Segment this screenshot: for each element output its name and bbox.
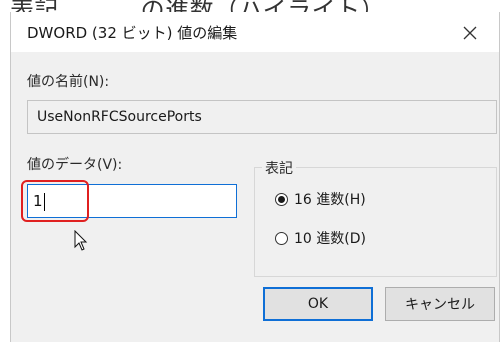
dialog-title: DWORD (32 ビット) 値の編集 <box>27 24 238 42</box>
base-group-title: 表記 <box>262 158 296 178</box>
value-name-field: UseNonRFCSourcePorts <box>27 100 497 134</box>
base-groupbox <box>254 167 497 277</box>
dword-edit-dialog: DWORD (32 ビット) 値の編集 値の名前(N): UseNonRFCSo… <box>10 12 500 342</box>
value-name-label: 値の名前(N): <box>27 74 110 90</box>
cancel-button[interactable]: キャンセル <box>385 287 495 321</box>
value-data-label: 値のデータ(V): <box>27 157 123 173</box>
radio-decimal[interactable]: 10 進数(D) <box>275 228 366 248</box>
radio-hexadecimal-label: 16 進数(H) <box>294 192 366 208</box>
radio-button-unselected[interactable] <box>275 231 288 245</box>
radio-button-selected[interactable] <box>275 192 288 206</box>
red-highlight-box <box>21 180 89 222</box>
title-bar: DWORD (32 ビット) 値の編集 <box>11 12 499 52</box>
mouse-pointer-icon <box>74 229 88 256</box>
close-button[interactable] <box>455 18 485 48</box>
radio-decimal-label: 10 進数(D) <box>294 231 366 247</box>
ok-button[interactable]: OK <box>263 287 373 321</box>
radio-hexadecimal[interactable]: 16 進数(H) <box>275 189 366 209</box>
close-icon <box>463 26 477 40</box>
